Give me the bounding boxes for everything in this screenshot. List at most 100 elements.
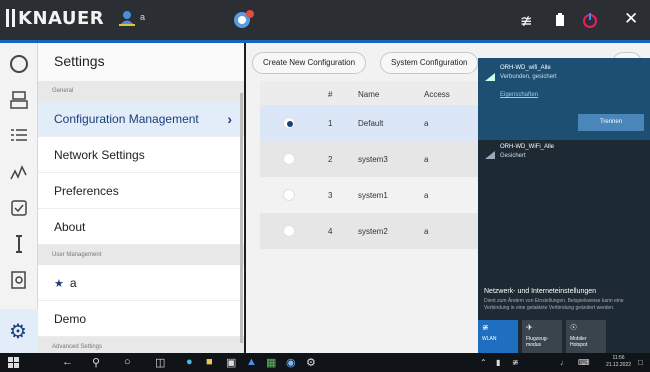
menu-item-network-settings[interactable]: Network Settings [38, 137, 244, 173]
network-flyout: ORH-WD_wifi_Alle Verbunden, gesichert Ei… [478, 58, 650, 353]
airplane-icon: ✈ [526, 323, 533, 332]
create-new-configuration-button[interactable]: Create New Configuration [252, 52, 367, 74]
notification-icon[interactable]: □ [638, 358, 643, 367]
menu-item-configuration-management[interactable]: Configuration Management › [38, 101, 244, 137]
row-radio[interactable] [283, 225, 295, 237]
network-1-name: ORH-WD_wifi_Alle [500, 65, 551, 71]
edge-browser-icon[interactable]: ● [186, 356, 193, 368]
taskbar: ← ⚲ ○ ◫ ● ■ ▣ ▲ ▦ ◉ ⚙ ⌃ ▮ ≇ ♩ ⌨ 11:56 21… [0, 353, 650, 372]
tile-label: Mobiler Hotspot [570, 336, 588, 348]
section-header-general: General [38, 81, 244, 101]
row-number: 2 [328, 155, 333, 164]
menu-item-label: a [69, 276, 77, 290]
store-icon[interactable]: ▣ [226, 356, 236, 369]
menu-item-label: Preferences [54, 184, 119, 198]
section-header-advanced-settings: Advanced Settings [38, 337, 244, 353]
checkbox-icon[interactable] [8, 197, 30, 219]
app-icon[interactable]: ▦ [266, 356, 276, 369]
tile-label: Flugzeug-modus [526, 336, 549, 348]
menu-item-label: Demo [54, 312, 87, 326]
menu-scrollbar[interactable] [240, 93, 243, 343]
row-number: 4 [328, 227, 333, 236]
knauer-app-icon[interactable]: ◉ [286, 356, 296, 369]
left-rail: ⚙ [0, 43, 38, 353]
tray-chevron-icon[interactable]: ⌃ [480, 358, 487, 367]
disconnect-button[interactable]: Trennen [578, 114, 644, 131]
network-settings-description: Dient zum Ändern von Einstellungen. Beis… [484, 298, 624, 311]
wifi-network-icon [485, 73, 495, 81]
close-icon[interactable]: ✕ [624, 9, 638, 29]
network-2-status: Gesichert [500, 153, 526, 159]
section-header-user-management: User Management [38, 245, 244, 265]
power-icon[interactable] [582, 12, 598, 28]
chevron-right-icon: › [227, 111, 232, 127]
row-radio[interactable] [283, 153, 295, 165]
menu-item-label: Network Settings [54, 148, 145, 162]
column-icon[interactable] [8, 233, 30, 255]
row-radio[interactable] [283, 117, 295, 129]
menu-item-label: Configuration Management [54, 112, 199, 126]
menu-item-user-demo[interactable]: Demo [38, 301, 244, 337]
star-icon: ★ [54, 278, 64, 290]
gear-icon[interactable]: ⚙ [9, 319, 27, 344]
menu-item-label: About [54, 220, 86, 234]
menu-item-about[interactable]: About [38, 209, 244, 245]
instrument-icon[interactable] [8, 89, 30, 111]
row-name: system3 [358, 155, 388, 164]
connection-status-icon[interactable] [233, 9, 255, 29]
tray-wifi-icon[interactable]: ≇ [512, 358, 519, 367]
network-2-name[interactable]: ORH-WD_WiFi_Alle [500, 144, 554, 150]
tray-keyboard-icon[interactable]: ⌨ [578, 358, 590, 367]
system-configuration-button[interactable]: System Configuration [380, 52, 479, 74]
battery-icon[interactable] [555, 13, 565, 27]
tray-network-icon[interactable]: ▮ [496, 358, 500, 367]
tile-label: WLAN [482, 336, 497, 342]
settings-menu: General Configuration Management › Netwo… [38, 81, 244, 353]
mail-icon[interactable]: ▲ [246, 356, 257, 368]
row-name: system1 [358, 191, 388, 200]
sequence-list-icon[interactable] [8, 125, 30, 147]
tray-volume-icon[interactable]: ♩ [560, 358, 568, 367]
top-bar: KNAUER a ≇ ✕ [0, 0, 650, 40]
row-access: a [424, 155, 429, 164]
clock-time: 11:56 [612, 355, 625, 361]
menu-item-preferences[interactable]: Preferences [38, 173, 244, 209]
mobile-hotspot-tile[interactable]: ☉ Mobiler Hotspot [566, 320, 606, 353]
column-header-number: # [328, 90, 333, 99]
row-name: Default [358, 119, 384, 128]
report-search-icon[interactable] [8, 269, 30, 291]
airplane-mode-tile[interactable]: ✈ Flugzeug-modus [522, 320, 562, 353]
menu-item-user-a[interactable]: ★ a [38, 265, 244, 301]
row-access: a [424, 227, 429, 236]
task-view-icon[interactable]: ◫ [155, 356, 165, 369]
page-title: Settings [54, 53, 105, 69]
status-circle-icon[interactable] [8, 53, 30, 75]
column-header-name: Name [358, 90, 380, 99]
row-radio[interactable] [283, 189, 295, 201]
wifi-network-icon [485, 151, 495, 159]
connected-network-card[interactable]: ORH-WD_wifi_Alle Verbunden, gesichert Ei… [478, 58, 650, 140]
wlan-toggle-tile[interactable]: ≇ WLAN [478, 320, 518, 353]
search-icon[interactable]: ⚲ [92, 356, 100, 369]
row-access: a [424, 191, 429, 200]
back-arrow-icon[interactable]: ← [62, 356, 73, 368]
network-1-status: Verbunden, gesichert [500, 74, 557, 80]
brand-name: KNAUER [18, 8, 105, 29]
row-access: a [424, 119, 429, 128]
user-icon[interactable] [119, 10, 135, 26]
column-header-access: Access [424, 90, 450, 99]
taskbar-clock[interactable]: 11:56 21.12.2022 [606, 355, 631, 369]
windows-start-icon[interactable] [8, 357, 19, 368]
properties-link[interactable]: Eigenschaften [500, 92, 538, 98]
wifi-icon: ≇ [482, 323, 489, 332]
clock-date: 21.12.2022 [606, 362, 632, 368]
file-explorer-icon[interactable]: ■ [206, 356, 213, 368]
user-label: a [140, 12, 146, 22]
network-settings-link[interactable]: Netzwerk- und Interneteinstellungen [484, 288, 596, 295]
settings-panel: Settings General Configuration Managemen… [38, 43, 244, 353]
wifi-icon[interactable]: ≇ [520, 12, 533, 30]
settings-gear-icon[interactable]: ⚙ [306, 356, 316, 369]
chromatogram-icon[interactable] [8, 161, 30, 183]
row-number: 1 [328, 119, 333, 128]
cortana-icon[interactable]: ○ [124, 356, 131, 368]
